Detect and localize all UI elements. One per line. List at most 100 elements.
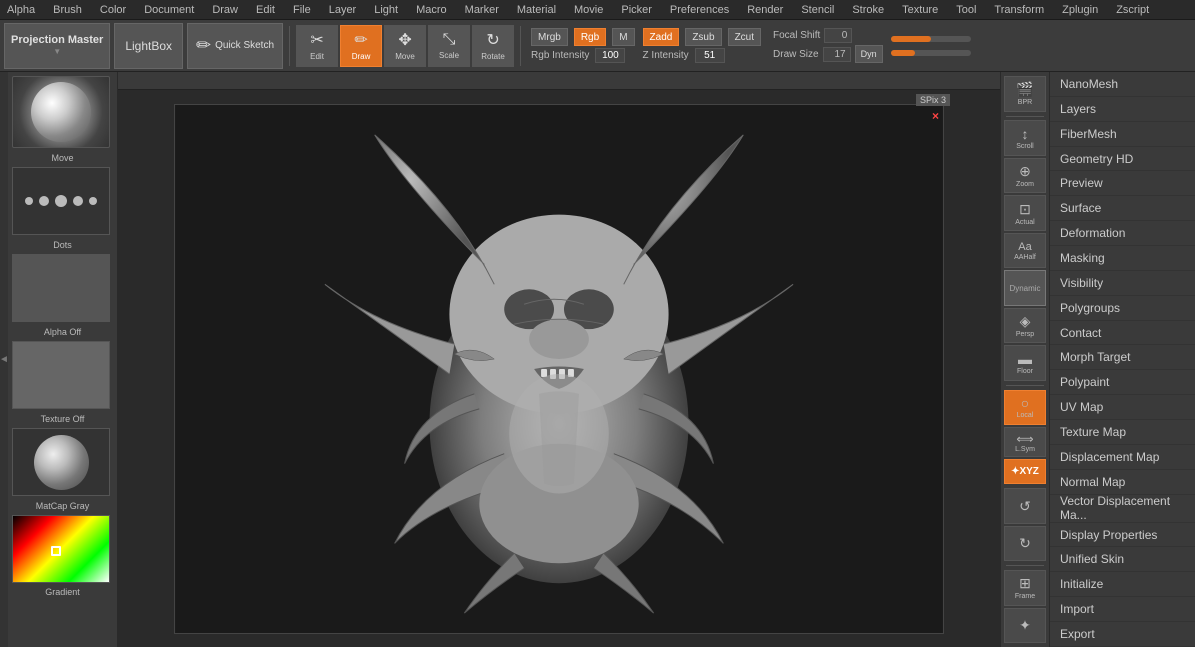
frame-label: Frame (1015, 593, 1035, 600)
dyn-button[interactable]: Dyn (855, 45, 883, 63)
panel-item-normalmap[interactable]: Normal Map (1050, 470, 1195, 495)
frame-button[interactable]: ⊞ Frame (1004, 570, 1046, 606)
panel-item-contact[interactable]: Contact (1050, 321, 1195, 346)
texture-preview[interactable] (12, 341, 110, 409)
panel-item-preview[interactable]: Preview (1050, 171, 1195, 196)
panel-item-export[interactable]: Export (1050, 622, 1195, 647)
menu-file[interactable]: File (290, 4, 314, 16)
actual-button[interactable]: ⊡ Actual (1004, 195, 1046, 231)
panel-item-layers[interactable]: Layers (1050, 97, 1195, 122)
edit-tool-button[interactable]: ✂ Edit (296, 25, 338, 67)
m-button[interactable]: M (612, 28, 634, 46)
panel-item-import[interactable]: Import (1050, 597, 1195, 622)
alpha-preview[interactable] (12, 254, 110, 322)
creature-svg (175, 105, 943, 633)
menu-light[interactable]: Light (371, 4, 401, 16)
alpha-off-label: Alpha Off (12, 327, 113, 337)
panel-item-masking[interactable]: Masking (1050, 246, 1195, 271)
menu-movie[interactable]: Movie (571, 4, 606, 16)
menu-transform[interactable]: Transform (991, 4, 1047, 16)
persp-label: Persp (1016, 331, 1034, 338)
zoom-label: Zoom (1016, 181, 1034, 188)
draw-tool-button[interactable]: ✏ Draw (340, 25, 382, 67)
aahalf-icon: Aa (1018, 241, 1031, 253)
menu-stroke[interactable]: Stroke (849, 4, 887, 16)
gradient-preview[interactable] (12, 515, 110, 583)
zcut-button[interactable]: Zcut (728, 28, 761, 46)
xyz-button[interactable]: ✦XYZ (1004, 459, 1046, 484)
panel-item-morphtarget[interactable]: Morph Target (1050, 345, 1195, 370)
draw-size-slider[interactable] (891, 50, 971, 56)
menu-edit[interactable]: Edit (253, 4, 278, 16)
zsub-button[interactable]: Zsub (685, 28, 721, 46)
menu-picker[interactable]: Picker (618, 4, 655, 16)
menu-stencil[interactable]: Stencil (798, 4, 837, 16)
dot-1 (25, 197, 33, 205)
matcap-preview[interactable] (12, 428, 110, 496)
panel-item-polypaint[interactable]: Polypaint (1050, 370, 1195, 395)
menu-document[interactable]: Document (141, 4, 197, 16)
creature-viewport[interactable]: × (174, 104, 944, 634)
menu-zplugin[interactable]: Zplugin (1059, 4, 1101, 16)
zadd-button[interactable]: Zadd (643, 28, 680, 46)
focal-slider[interactable] (891, 36, 971, 42)
local-button[interactable]: ○ Local (1004, 390, 1046, 426)
menu-layer[interactable]: Layer (326, 4, 360, 16)
lsym-button[interactable]: ⟺ L.Sym (1004, 427, 1046, 457)
panel-item-initialize[interactable]: Initialize (1050, 572, 1195, 597)
menu-zscript[interactable]: Zscript (1113, 4, 1152, 16)
menu-macro[interactable]: Macro (413, 4, 450, 16)
panel-item-vectordisplacementmap[interactable]: Vector Displacement Ma... (1050, 495, 1195, 523)
scale-icon: ⤡ (443, 31, 456, 49)
menu-marker[interactable]: Marker (462, 4, 502, 16)
viewport-corner-indicator: × (932, 109, 939, 123)
panel-item-texturemap[interactable]: Texture Map (1050, 420, 1195, 445)
quick-sketch-button[interactable]: ✏ Quick Sketch (187, 23, 283, 69)
top-menu-bar: Alpha Brush Color Document Draw Edit Fil… (0, 0, 1195, 20)
projection-master-button[interactable]: Projection Master ▼ (4, 23, 110, 69)
left-edge-arrow[interactable]: ◄ (0, 72, 8, 647)
panel-item-unifiedskin[interactable]: Unified Skin (1050, 547, 1195, 572)
panel-item-fibermesh[interactable]: FiberMesh (1050, 122, 1195, 147)
panel-item-polygroups[interactable]: Polygroups (1050, 296, 1195, 321)
stroke-preview[interactable] (12, 167, 110, 235)
canvas-main[interactable]: × (118, 90, 1000, 647)
dynamic-button[interactable]: Dynamic (1004, 270, 1046, 306)
menu-render[interactable]: Render (744, 4, 786, 16)
move-tool-button[interactable]: ✥ Move (384, 25, 426, 67)
panel-item-visibility[interactable]: Visibility (1050, 271, 1195, 296)
scroll-button[interactable]: ↕ Scroll (1004, 120, 1046, 156)
zoom-button[interactable]: ⊕ Zoom (1004, 158, 1046, 194)
panel-item-deformation[interactable]: Deformation (1050, 221, 1195, 246)
panel-item-uvmap[interactable]: UV Map (1050, 395, 1195, 420)
menu-brush[interactable]: Brush (50, 4, 85, 16)
panel-item-surface[interactable]: Surface (1050, 196, 1195, 221)
aahalf-button[interactable]: Aa AAHalf (1004, 233, 1046, 269)
rotate-tool-button[interactable]: ↻ Rotate (472, 25, 514, 67)
menu-tool[interactable]: Tool (953, 4, 979, 16)
menu-alpha[interactable]: Alpha (4, 4, 38, 16)
menu-preferences[interactable]: Preferences (667, 4, 732, 16)
panel-item-nanomesh[interactable]: NanoMesh (1050, 72, 1195, 97)
menu-color[interactable]: Color (97, 4, 129, 16)
persp-button[interactable]: ◈ Persp (1004, 308, 1046, 344)
scroll-label: Scroll (1016, 143, 1034, 150)
focal-slider-fill (891, 36, 931, 42)
panel-item-geometryhd[interactable]: Geometry HD (1050, 147, 1195, 172)
panel-item-displayproperties[interactable]: Display Properties (1050, 523, 1195, 548)
rotate-right-button[interactable]: ↻ (1004, 526, 1046, 562)
panel-item-displacementmap[interactable]: Displacement Map (1050, 445, 1195, 470)
bpr-button[interactable]: 🎬 BPR (1004, 76, 1046, 112)
menu-draw[interactable]: Draw (209, 4, 241, 16)
floor-button[interactable]: ▬ Floor (1004, 345, 1046, 381)
matcap-sphere (34, 435, 89, 490)
rotate-left-button[interactable]: ↺ (1004, 488, 1046, 524)
menu-material[interactable]: Material (514, 4, 559, 16)
lightbox-button[interactable]: LightBox (114, 23, 183, 69)
mrgb-button[interactable]: Mrgb (531, 28, 568, 46)
scale-tool-button[interactable]: ⤡ Scale (428, 25, 470, 67)
rgb-button[interactable]: Rgb (574, 28, 606, 46)
menu-texture[interactable]: Texture (899, 4, 941, 16)
brush-preview[interactable] (12, 76, 110, 148)
extra-tool-button[interactable]: ✦ (1004, 608, 1046, 644)
